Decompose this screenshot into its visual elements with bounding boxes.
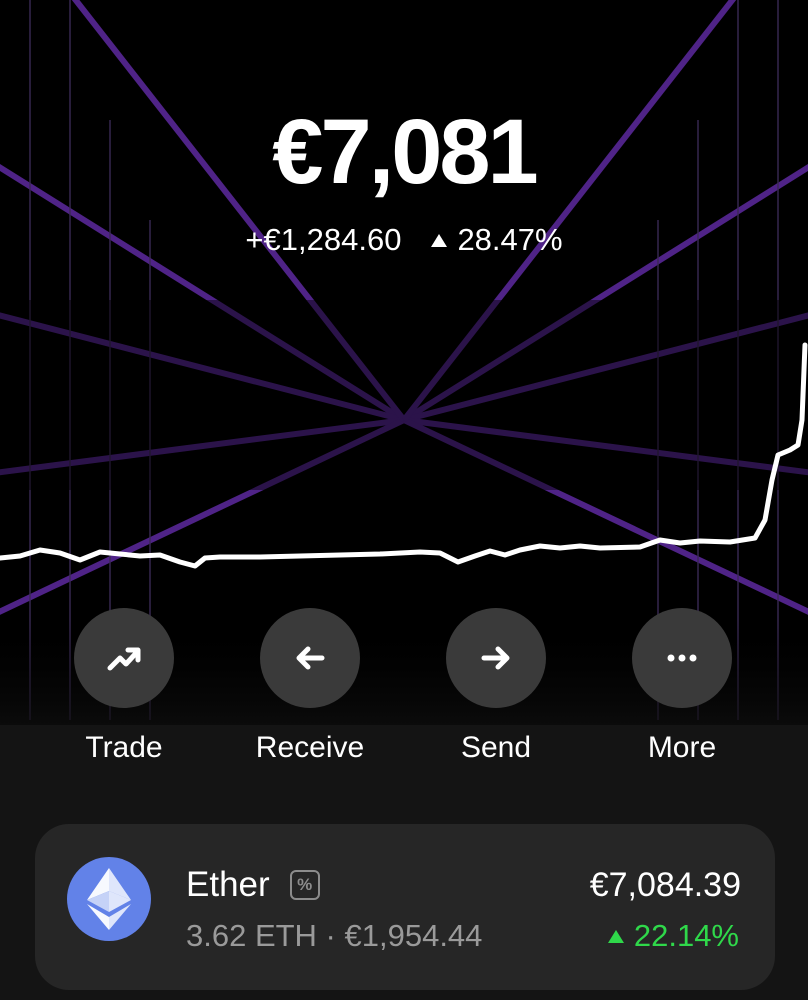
- change-percent: 28.47%: [457, 222, 563, 257]
- triangle-up-icon: [431, 233, 448, 247]
- asset-change-percent: 22.14%: [633, 918, 739, 953]
- arrow-left-icon: [296, 646, 325, 670]
- send-button[interactable]: Send: [416, 608, 576, 766]
- asset-value: €7,084.39: [589, 866, 741, 904]
- trend-up-icon: [107, 647, 141, 671]
- asset-holdings: 3.62 ETH · €1,954.44: [186, 918, 483, 953]
- portfolio-balance: €7,081: [272, 101, 538, 203]
- send-button-circle[interactable]: [446, 608, 546, 708]
- more-label: More: [647, 731, 717, 764]
- triangle-up-icon: [607, 929, 624, 943]
- ethereum-icon: [67, 857, 151, 941]
- change-amount: +€1,284.60: [245, 222, 402, 257]
- arrow-right-icon: [481, 646, 510, 670]
- asset-change: 22.14%: [607, 916, 739, 956]
- asset-name-row: Ether %: [186, 864, 320, 906]
- change-percent-group: 28.47%: [431, 220, 563, 260]
- portfolio-change: +€1,284.60 28.47%: [0, 220, 808, 260]
- receive-button-circle[interactable]: [260, 608, 360, 708]
- trade-button-circle[interactable]: [74, 608, 174, 708]
- more-button[interactable]: More: [602, 608, 762, 766]
- send-label: Send: [460, 731, 532, 764]
- percent-badge-icon: %: [289, 870, 320, 900]
- receive-button[interactable]: Receive: [230, 608, 390, 766]
- trade-label: Trade: [85, 731, 163, 764]
- more-button-circle[interactable]: [632, 608, 732, 708]
- asset-name: Ether: [186, 865, 270, 904]
- ethereum-diamond: [87, 868, 131, 930]
- chart-line: [0, 342, 808, 569]
- receive-label: Receive: [255, 731, 365, 764]
- more-dots-icon: [667, 654, 697, 662]
- asset-card-ether[interactable]: Ether % 3.62 ETH · €1,954.44 €7,084.39 2…: [35, 824, 775, 990]
- trade-button[interactable]: Trade: [44, 608, 204, 766]
